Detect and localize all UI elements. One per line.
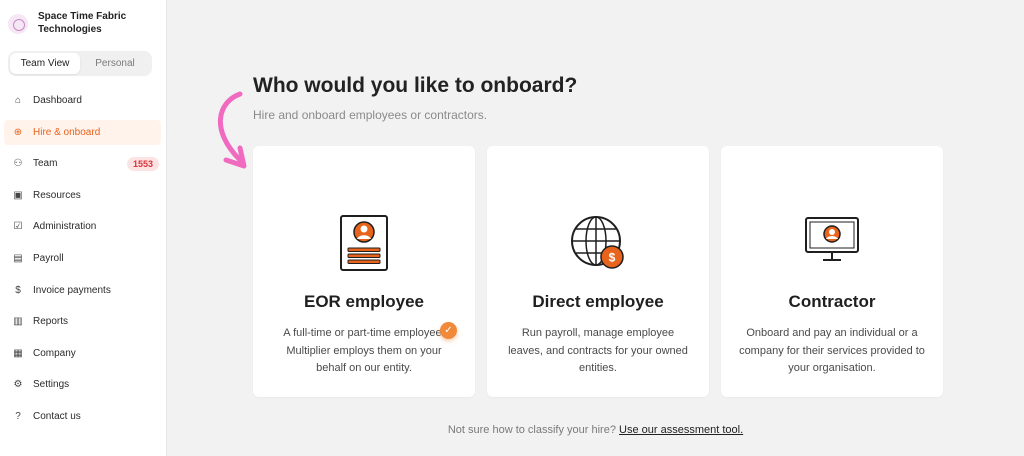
page-title: Who would you like to onboard? xyxy=(253,74,578,97)
card-title: EOR employee xyxy=(304,292,424,311)
assessment-tool-link[interactable]: Use our assessment tool. xyxy=(619,424,743,436)
briefcase-icon: ▦ xyxy=(13,347,23,359)
help-circle-icon: ? xyxy=(15,410,21,422)
svg-text:$: $ xyxy=(609,251,616,265)
card-description: A full-time or part-time employee. Multi… xyxy=(283,327,445,374)
personal-view-tab[interactable]: Personal xyxy=(80,53,150,74)
sidebar-item-reports[interactable]: ▥ Reports xyxy=(4,309,161,334)
sidebar-item-label: Administration xyxy=(33,221,97,233)
page-subtitle: Hire and onboard employees or contractor… xyxy=(253,108,488,122)
sidebar-item-label: Team xyxy=(33,158,58,170)
dollar-circle-icon: $ xyxy=(15,284,21,296)
sidebar-item-resources[interactable]: ▣ Resources xyxy=(4,183,161,208)
calendar-icon: ▤ xyxy=(13,252,23,264)
sidebar: Space Time Fabric Technologies Team View… xyxy=(0,0,167,456)
sidebar-item-label: Invoice payments xyxy=(33,284,111,296)
company-logo-icon xyxy=(8,14,28,34)
brand[interactable]: Space Time Fabric Technologies xyxy=(8,10,148,36)
pointer-arrow-icon xyxy=(218,91,247,169)
globe-dollar-icon: $ xyxy=(571,216,624,269)
sidebar-item-label: Settings xyxy=(33,379,70,391)
sidebar-nav: ⌂ Dashboard ⊕ Hire & onboard ⚇ Team 1553… xyxy=(0,88,167,436)
folder-icon: ▣ xyxy=(13,189,23,201)
sidebar-item-team[interactable]: ⚇ Team 1553 xyxy=(4,151,161,176)
id-document-icon xyxy=(340,215,388,271)
sidebar-item-label: Dashboard xyxy=(33,95,82,106)
monitor-person-icon xyxy=(805,217,859,261)
footer-text: Not sure how to classify your hire? xyxy=(447,424,616,436)
company-name: Space Time Fabric Technologies xyxy=(38,11,127,35)
sidebar-item-company[interactable]: ▦ Company xyxy=(4,341,161,366)
bar-chart-icon: ▥ xyxy=(13,316,23,328)
selected-check-icon: ✓ xyxy=(440,322,457,339)
team-view-tab[interactable]: Team View xyxy=(10,53,80,74)
sidebar-item-label: Company xyxy=(33,347,76,359)
card-title: Direct employee xyxy=(532,292,664,311)
checklist-icon: ☑ xyxy=(13,221,23,233)
view-toggle: Team View Personal xyxy=(8,51,152,76)
sidebar-item-label: Reports xyxy=(33,316,69,328)
card-description: Run payroll, manage employee leaves, and… xyxy=(508,327,688,374)
sidebar-item-settings[interactable]: ⚙ Settings xyxy=(4,372,161,397)
sidebar-item-invoice-payments[interactable]: $ Invoice payments xyxy=(4,278,161,303)
eor-employee-card[interactable]: EOR employee A full-time or part-time em… xyxy=(253,146,475,397)
footer-note: Not sure how to classify your hire? Use … xyxy=(0,424,1024,436)
team-count-badge: 1553 xyxy=(126,157,159,172)
sidebar-item-dashboard[interactable]: ⌂ Dashboard xyxy=(4,88,161,113)
sidebar-item-administration[interactable]: ☑ Administration xyxy=(4,214,161,239)
direct-employee-card[interactable]: $ Direct employee Run payroll, manage em… xyxy=(487,146,709,397)
sidebar-item-label: Hire & onboard xyxy=(33,126,101,138)
globe-icon: ⊕ xyxy=(13,126,23,138)
card-title: Contractor xyxy=(788,292,876,311)
sidebar-item-hire-onboard[interactable]: ⊕ Hire & onboard xyxy=(4,119,161,145)
gear-icon: ⚙ xyxy=(13,379,23,391)
home-icon: ⌂ xyxy=(14,95,22,106)
card-description: Onboard and pay an individual or a compa… xyxy=(739,327,925,374)
sidebar-item-label: Contact us xyxy=(33,410,81,422)
sidebar-item-payroll[interactable]: ▤ Payroll xyxy=(4,246,161,271)
sidebar-item-label: Payroll xyxy=(33,252,64,264)
contractor-card[interactable]: Contractor Onboard and pay an individual… xyxy=(721,146,943,397)
users-icon: ⚇ xyxy=(13,158,23,170)
sidebar-item-label: Resources xyxy=(33,189,81,201)
